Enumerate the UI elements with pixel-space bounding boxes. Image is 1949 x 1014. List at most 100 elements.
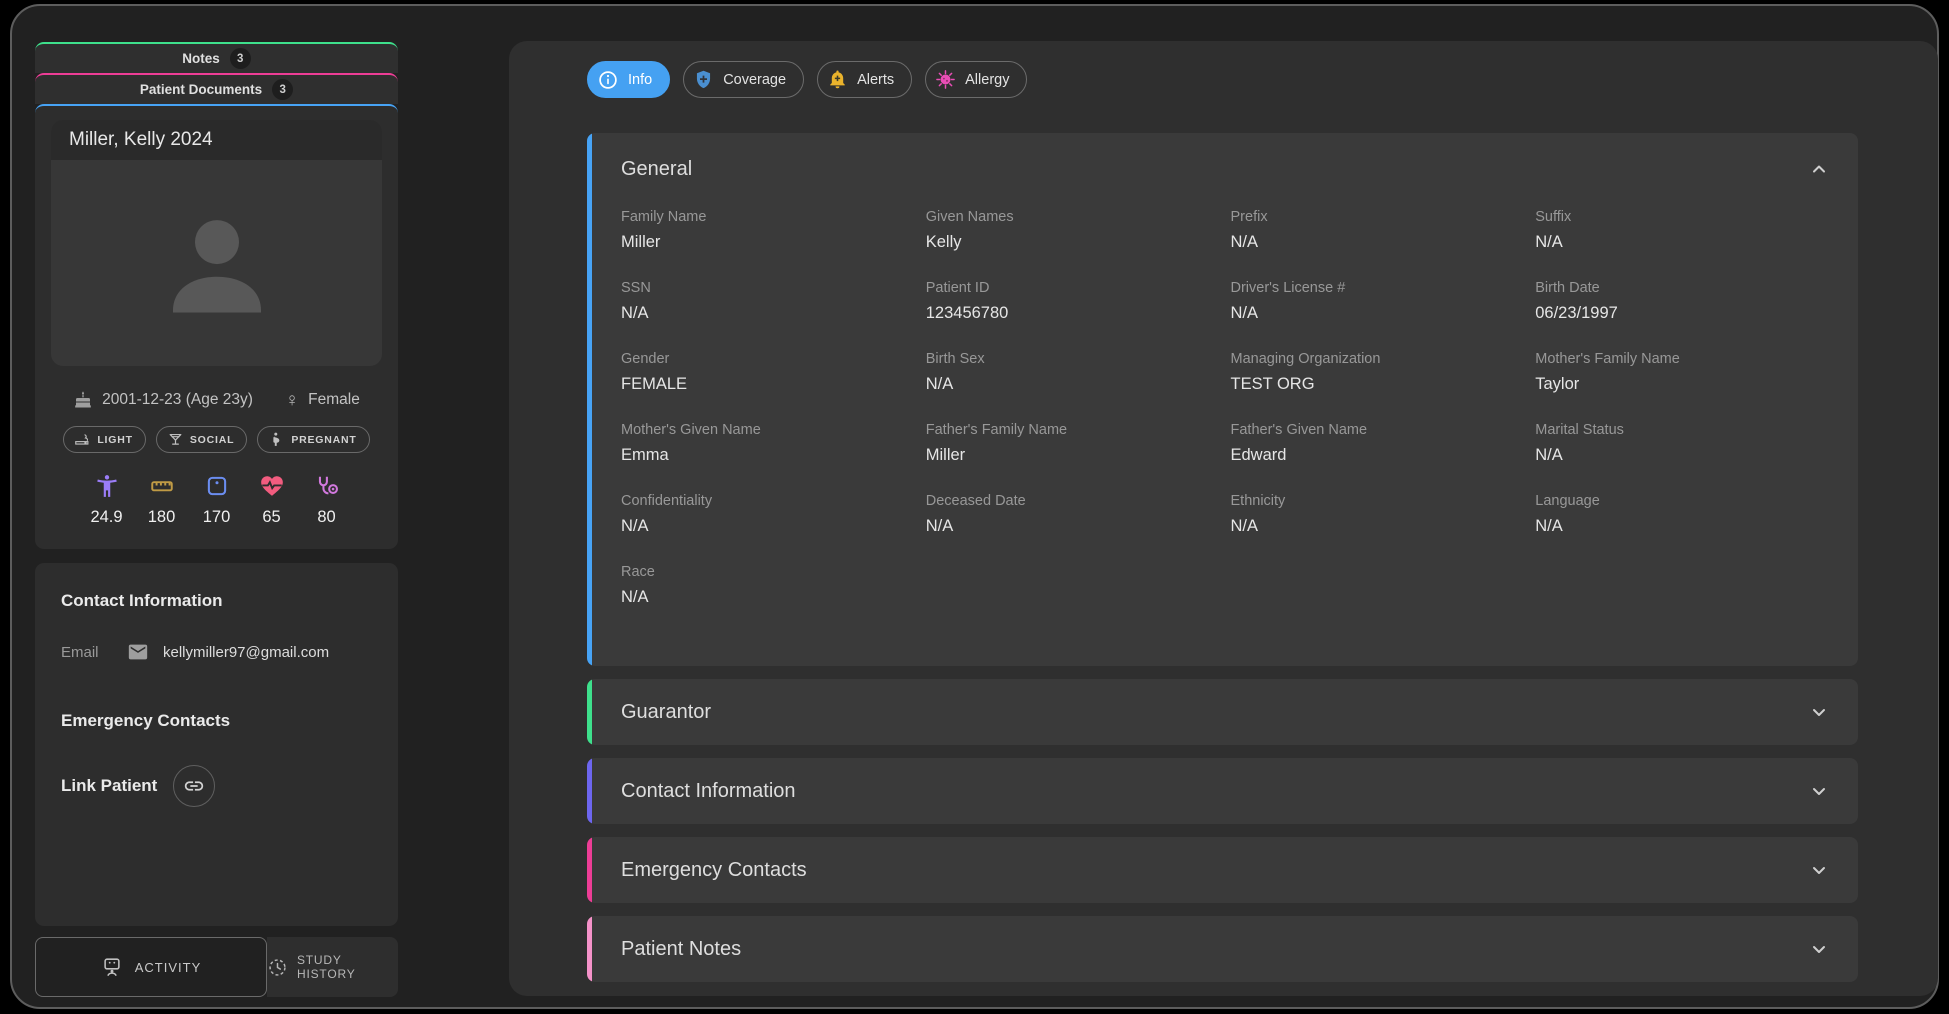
cocktail-icon xyxy=(167,431,184,448)
field-label: Father's Family Name xyxy=(926,422,1215,438)
general-field: Ethnicity N/A xyxy=(1231,493,1520,536)
general-section-title: General xyxy=(621,158,692,181)
email-label: Email xyxy=(61,644,113,661)
contact-information-accent-bar xyxy=(587,758,592,824)
field-value: Emma xyxy=(621,446,910,465)
general-field: Given Names Kelly xyxy=(926,209,1215,252)
patient-info-panel: Info Coverage xyxy=(509,41,1938,996)
field-value: TEST ORG xyxy=(1231,375,1520,394)
weight-value: 170 xyxy=(203,508,231,527)
habit-chips-row: LIGHT SOCIAL xyxy=(51,426,382,453)
email-row: Email kellymiller97@gmail.com xyxy=(61,641,372,663)
field-value: N/A xyxy=(926,375,1215,394)
female-gender-icon: ♀ xyxy=(285,391,299,410)
general-field: Race N/A xyxy=(621,564,910,607)
app-root: Notes 3 Patient Documents 3 Miller, Kell… xyxy=(0,0,1949,1014)
guarantor-section-header[interactable]: Guarantor xyxy=(587,679,1858,745)
vital-blood-pressure[interactable]: 80 xyxy=(311,473,343,527)
field-label: Birth Date xyxy=(1535,280,1824,296)
emergency-contacts-section-title: Emergency Contacts xyxy=(621,859,807,882)
field-value: N/A xyxy=(621,304,910,323)
bmi-value: 24.9 xyxy=(90,508,122,527)
field-label: Driver's License # xyxy=(1231,280,1520,296)
general-field: SSN N/A xyxy=(621,280,910,323)
field-label: Patient ID xyxy=(926,280,1215,296)
patient-photo-card: Miller, Kelly 2024 xyxy=(51,120,382,366)
alcohol-status-chip[interactable]: SOCIAL xyxy=(156,426,247,453)
chevron-down-icon[interactable] xyxy=(1807,700,1831,724)
tab-alerts[interactable]: Alerts xyxy=(817,61,912,98)
vital-bmi[interactable]: 24.9 xyxy=(91,473,123,527)
field-value: FEMALE xyxy=(621,375,910,394)
general-field: Driver's License # N/A xyxy=(1231,280,1520,323)
field-label: Given Names xyxy=(926,209,1215,225)
field-value: Kelly xyxy=(926,233,1215,252)
pregnancy-chip-label: PREGNANT xyxy=(291,434,356,446)
activity-button[interactable]: ACTIVITY xyxy=(35,937,267,997)
field-value: Miller xyxy=(621,233,910,252)
patient-notes-section-header[interactable]: Patient Notes xyxy=(587,916,1858,982)
general-field: Birth Date 06/23/1997 xyxy=(1535,280,1824,323)
tab-coverage-label: Coverage xyxy=(723,72,786,88)
guarantor-section-title: Guarantor xyxy=(621,701,711,724)
emergency-contacts-section-header[interactable]: Emergency Contacts xyxy=(587,837,1858,903)
shield-plus-icon xyxy=(693,69,714,90)
field-value: N/A xyxy=(1535,446,1824,465)
virus-icon xyxy=(935,69,956,90)
pregnancy-status-chip[interactable]: PREGNANT xyxy=(257,426,369,453)
history-clock-icon xyxy=(267,957,288,978)
patient-notes-section-title: Patient Notes xyxy=(621,938,741,961)
tab-allergy[interactable]: Allergy xyxy=(925,61,1027,98)
patient-name: Miller, Kelly 2024 xyxy=(51,120,382,160)
field-label: Managing Organization xyxy=(1231,351,1520,367)
email-icon xyxy=(127,641,149,663)
contact-information-heading: Contact Information xyxy=(61,591,372,611)
heart-rate-value: 65 xyxy=(262,508,280,527)
vital-weight[interactable]: 170 xyxy=(201,473,233,527)
general-field: Confidentiality N/A xyxy=(621,493,910,536)
heart-pulse-icon xyxy=(259,473,285,499)
sidebar-contact-panel: Contact Information Email kellymiller97@… xyxy=(35,563,398,926)
general-field: Birth Sex N/A xyxy=(926,351,1215,394)
study-history-button[interactable]: STUDY HISTORY xyxy=(267,937,398,997)
general-field: Patient ID 123456780 xyxy=(926,280,1215,323)
blood-pressure-icon xyxy=(314,473,340,499)
email-value[interactable]: kellymiller97@gmail.com xyxy=(163,644,329,661)
tab-info[interactable]: Info xyxy=(587,61,670,98)
ruler-icon xyxy=(149,473,175,499)
field-label: Language xyxy=(1535,493,1824,509)
patient-documents-tab-label: Patient Documents xyxy=(140,82,262,97)
link-patient-row: Link Patient xyxy=(61,765,372,807)
smoking-status-chip[interactable]: LIGHT xyxy=(63,426,146,453)
blood-pressure-value: 80 xyxy=(317,508,335,527)
contact-information-section-title: Contact Information xyxy=(621,780,796,803)
tab-coverage[interactable]: Coverage xyxy=(683,61,804,98)
chevron-up-icon[interactable] xyxy=(1807,157,1831,181)
field-label: Deceased Date xyxy=(926,493,1215,509)
field-value: N/A xyxy=(1535,233,1824,252)
height-value: 180 xyxy=(148,508,176,527)
bell-plus-icon xyxy=(827,69,848,90)
notes-tab[interactable]: Notes 3 xyxy=(35,42,398,73)
smoking-chip-label: LIGHT xyxy=(97,434,133,446)
sidebar-footer: ACTIVITY STUDY HISTORY xyxy=(35,937,398,997)
chevron-down-icon[interactable] xyxy=(1807,937,1831,961)
chevron-down-icon[interactable] xyxy=(1807,779,1831,803)
patient-documents-tab[interactable]: Patient Documents 3 xyxy=(35,73,398,104)
field-label: Family Name xyxy=(621,209,910,225)
field-label: Gender xyxy=(621,351,910,367)
field-value: Miller xyxy=(926,446,1215,465)
link-patient-button[interactable] xyxy=(173,765,215,807)
field-value: N/A xyxy=(1231,517,1520,536)
patient-photo[interactable] xyxy=(51,160,382,366)
vital-height[interactable]: 180 xyxy=(146,473,178,527)
field-value: N/A xyxy=(621,588,910,607)
activity-button-label: ACTIVITY xyxy=(135,960,202,975)
general-section-header[interactable]: General xyxy=(587,133,1858,181)
tab-alerts-label: Alerts xyxy=(857,72,894,88)
vital-heart-rate[interactable]: 65 xyxy=(256,473,288,527)
field-label: SSN xyxy=(621,280,910,296)
contact-information-section-header[interactable]: Contact Information xyxy=(587,758,1858,824)
chevron-down-icon[interactable] xyxy=(1807,858,1831,882)
alcohol-chip-label: SOCIAL xyxy=(190,434,234,446)
